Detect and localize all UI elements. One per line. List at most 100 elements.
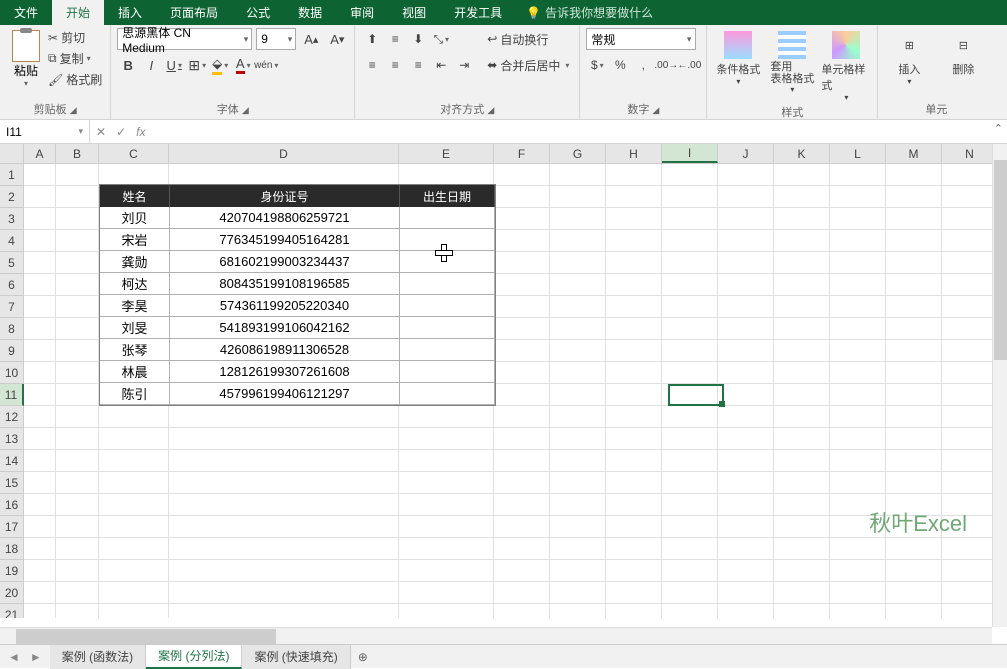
align-middle-button[interactable]: ≡ bbox=[384, 28, 406, 50]
grid-cell[interactable] bbox=[56, 164, 99, 186]
vertical-scrollbar[interactable] bbox=[992, 144, 1007, 627]
grid-cell[interactable] bbox=[169, 472, 399, 494]
table-row[interactable]: 柯达808435199108196585 bbox=[100, 273, 495, 295]
table-cell[interactable]: 541893199106042162 bbox=[170, 317, 400, 339]
grid-cell[interactable] bbox=[718, 406, 774, 428]
grid-cell[interactable] bbox=[718, 428, 774, 450]
align-center-button[interactable]: ≡ bbox=[384, 54, 406, 76]
worksheet-grid[interactable]: ABCDEFGHIJKLMN 1234567891011121314151617… bbox=[0, 144, 1007, 618]
grid-cell[interactable] bbox=[942, 230, 998, 252]
grid-cell[interactable] bbox=[942, 318, 998, 340]
grid-cell[interactable] bbox=[24, 428, 56, 450]
fx-icon[interactable]: fx bbox=[136, 125, 145, 139]
format-painter-button[interactable]: 🖌格式刷 bbox=[46, 70, 104, 89]
grid-cell[interactable] bbox=[942, 362, 998, 384]
row-header[interactable]: 21 bbox=[0, 604, 24, 618]
grid-cell[interactable] bbox=[169, 494, 399, 516]
grid-cell[interactable] bbox=[399, 472, 494, 494]
grid-cell[interactable] bbox=[99, 428, 169, 450]
name-box[interactable]: I11 bbox=[0, 120, 90, 143]
table-cell[interactable]: 681602199003234437 bbox=[170, 251, 400, 273]
grid-cell[interactable] bbox=[24, 252, 56, 274]
grid-cell[interactable] bbox=[494, 428, 550, 450]
grid-cell[interactable] bbox=[886, 406, 942, 428]
grid-cell[interactable] bbox=[662, 450, 718, 472]
grid-cell[interactable] bbox=[24, 494, 56, 516]
grid-cell[interactable] bbox=[942, 472, 998, 494]
grid-cell[interactable] bbox=[56, 406, 99, 428]
grid-cell[interactable] bbox=[718, 516, 774, 538]
grid-cell[interactable] bbox=[662, 208, 718, 230]
grid-cell[interactable] bbox=[169, 604, 399, 618]
grid-cell[interactable] bbox=[550, 340, 606, 362]
grid-cell[interactable] bbox=[718, 472, 774, 494]
row-header[interactable]: 10 bbox=[0, 362, 24, 384]
phonetic-button[interactable]: wén bbox=[255, 54, 277, 76]
grid-cell[interactable] bbox=[169, 538, 399, 560]
grid-cell[interactable] bbox=[774, 516, 830, 538]
grid-cell[interactable] bbox=[494, 186, 550, 208]
grid-cell[interactable] bbox=[830, 230, 886, 252]
grid-cell[interactable] bbox=[662, 274, 718, 296]
row-header[interactable]: 8 bbox=[0, 318, 24, 340]
grid-cell[interactable] bbox=[606, 450, 662, 472]
table-row[interactable]: 刘旻541893199106042162 bbox=[100, 317, 495, 339]
collapse-ribbon-button[interactable]: ⌃ bbox=[994, 122, 1003, 135]
grid-cell[interactable] bbox=[24, 318, 56, 340]
grid-cell[interactable] bbox=[24, 406, 56, 428]
table-cell[interactable]: 574361199205220340 bbox=[170, 295, 400, 317]
add-sheet-button[interactable]: ⊕ bbox=[351, 650, 375, 664]
grid-cell[interactable] bbox=[550, 186, 606, 208]
table-row[interactable]: 刘贝420704198806259721 bbox=[100, 207, 495, 229]
grid-cell[interactable] bbox=[169, 428, 399, 450]
grid-cell[interactable] bbox=[662, 516, 718, 538]
table-cell[interactable] bbox=[400, 383, 495, 405]
grid-cell[interactable] bbox=[494, 450, 550, 472]
grid-cell[interactable] bbox=[886, 450, 942, 472]
grid-cell[interactable] bbox=[606, 296, 662, 318]
grid-cell[interactable] bbox=[56, 340, 99, 362]
grid-cell[interactable] bbox=[56, 516, 99, 538]
grid-cell[interactable] bbox=[886, 164, 942, 186]
grid-cell[interactable] bbox=[718, 208, 774, 230]
grid-cell[interactable] bbox=[718, 604, 774, 618]
table-cell[interactable]: 张琴 bbox=[100, 339, 170, 361]
grid-cell[interactable] bbox=[494, 164, 550, 186]
grid-cell[interactable] bbox=[886, 362, 942, 384]
grid-cell[interactable] bbox=[550, 516, 606, 538]
grid-cell[interactable] bbox=[774, 582, 830, 604]
percent-button[interactable]: % bbox=[609, 54, 631, 76]
grid-cell[interactable] bbox=[24, 450, 56, 472]
table-cell[interactable]: 128126199307261608 bbox=[170, 361, 400, 383]
sheet-tab-3[interactable]: 案例 (快速填充) bbox=[242, 645, 350, 669]
grid-cell[interactable] bbox=[886, 538, 942, 560]
grid-cell[interactable] bbox=[942, 406, 998, 428]
grid-cell[interactable] bbox=[494, 560, 550, 582]
row-header[interactable]: 2 bbox=[0, 186, 24, 208]
grid-cell[interactable] bbox=[494, 252, 550, 274]
grid-cell[interactable] bbox=[494, 230, 550, 252]
row-header[interactable]: 17 bbox=[0, 516, 24, 538]
grid-cell[interactable] bbox=[606, 230, 662, 252]
grid-cell[interactable] bbox=[550, 604, 606, 618]
grid-cell[interactable] bbox=[99, 164, 169, 186]
cell-styles-button[interactable]: 单元格样式▾ bbox=[821, 28, 871, 102]
grid-cell[interactable] bbox=[662, 604, 718, 618]
grid-cell[interactable] bbox=[494, 318, 550, 340]
grid-cell[interactable] bbox=[774, 318, 830, 340]
grid-cell[interactable] bbox=[886, 340, 942, 362]
grid-cell[interactable] bbox=[774, 362, 830, 384]
grid-cell[interactable] bbox=[24, 164, 56, 186]
accounting-format-button[interactable]: $ bbox=[586, 54, 608, 76]
font-color-button[interactable]: A bbox=[232, 54, 254, 76]
column-header[interactable]: K bbox=[774, 144, 830, 163]
row-header[interactable]: 15 bbox=[0, 472, 24, 494]
grid-cell[interactable] bbox=[494, 384, 550, 406]
format-table-button[interactable]: 套用 表格格式▾ bbox=[767, 28, 817, 94]
grid-cell[interactable] bbox=[718, 274, 774, 296]
grid-cell[interactable] bbox=[774, 186, 830, 208]
font-size-select[interactable]: 9 bbox=[256, 28, 296, 50]
sheet-tab-1[interactable]: 案例 (函数法) bbox=[50, 645, 146, 669]
grid-cell[interactable] bbox=[606, 384, 662, 406]
grid-cell[interactable] bbox=[550, 208, 606, 230]
